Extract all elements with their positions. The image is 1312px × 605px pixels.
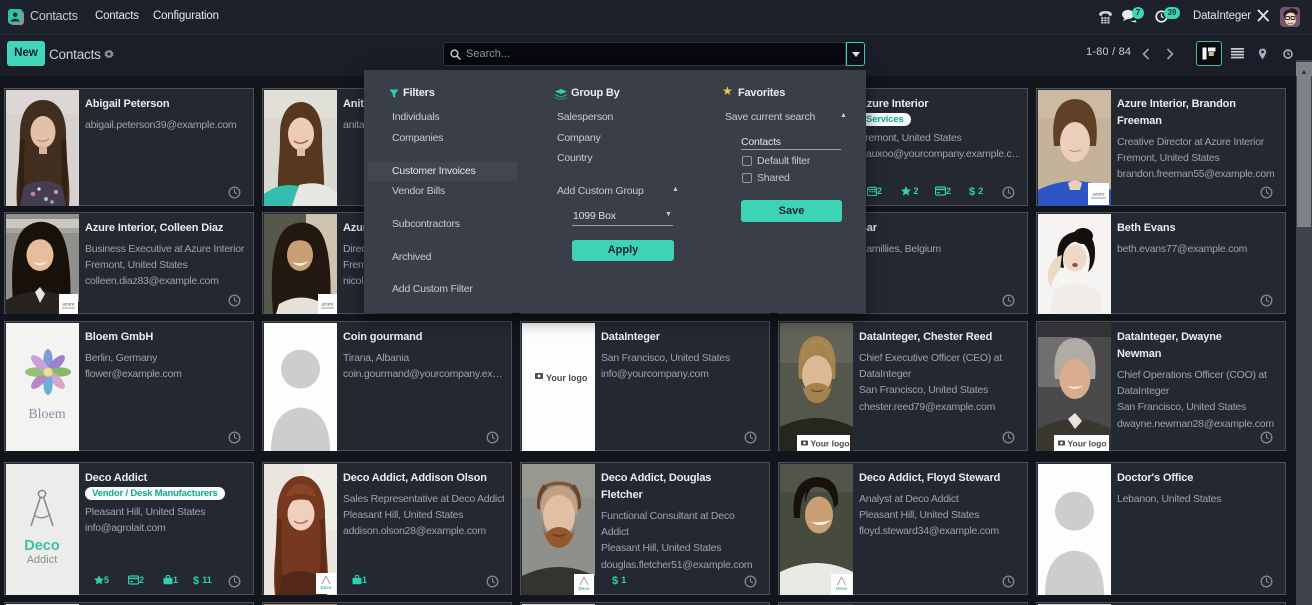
- svg-text:Your logo: Your logo: [1068, 439, 1107, 449]
- svg-text:Deco: Deco: [578, 586, 589, 591]
- svg-text:Deco: Deco: [836, 586, 847, 591]
- svg-text:azure: azure: [1093, 192, 1105, 198]
- svg-text:Deco: Deco: [24, 538, 60, 554]
- svg-text:Bloem: Bloem: [28, 407, 65, 422]
- svg-text:Addict: Addict: [27, 554, 58, 566]
- svg-text:Your logo: Your logo: [546, 373, 588, 383]
- svg-text:Your logo: Your logo: [811, 439, 850, 449]
- svg-text:Deco: Deco: [320, 585, 331, 590]
- svg-text:azure: azure: [322, 302, 334, 308]
- svg-text:azure: azure: [63, 302, 75, 308]
